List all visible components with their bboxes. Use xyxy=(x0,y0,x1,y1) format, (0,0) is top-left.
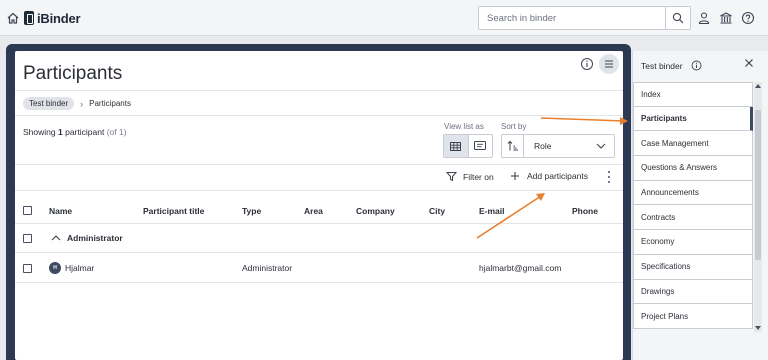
add-participants-label: Add participants xyxy=(527,171,588,181)
column-header-company[interactable]: Company xyxy=(356,206,395,216)
column-header-name[interactable]: Name xyxy=(49,206,72,216)
card-list-icon xyxy=(474,141,487,150)
breadcrumb-parent[interactable]: Test binder xyxy=(23,97,75,110)
bank-icon[interactable] xyxy=(719,11,733,25)
side-scrollbar[interactable] xyxy=(754,82,762,332)
table-view-button[interactable] xyxy=(444,135,468,157)
info-icon[interactable] xyxy=(691,60,702,71)
group-header-administrator[interactable]: Administrator xyxy=(51,233,123,243)
divider xyxy=(15,115,623,116)
card-view-button[interactable] xyxy=(467,135,492,157)
divider xyxy=(15,164,623,165)
search-button[interactable] xyxy=(665,7,690,29)
side-item-index[interactable]: Index xyxy=(633,82,753,107)
filter-icon xyxy=(446,172,457,182)
brand-logo[interactable]: iBinder xyxy=(24,9,81,27)
side-item-announcements[interactable]: Announcements xyxy=(633,180,753,206)
divider xyxy=(15,90,623,91)
side-nav-list: Index Participants Case Management Quest… xyxy=(633,82,753,329)
home-icon[interactable] xyxy=(6,11,20,25)
showing-prefix: Showing xyxy=(23,127,56,137)
scrollbar-thumb[interactable] xyxy=(755,110,761,260)
breadcrumb: Test binder › Participants xyxy=(23,97,131,110)
showing-total: (of 1) xyxy=(106,127,127,137)
top-bar: iBinder xyxy=(0,0,768,36)
plus-icon xyxy=(511,172,519,180)
scroll-down-icon[interactable] xyxy=(754,324,762,332)
view-list-label: View list as xyxy=(444,122,484,131)
view-toggle xyxy=(443,134,493,158)
breadcrumb-current: Participants xyxy=(89,99,131,108)
side-item-contracts[interactable]: Contracts xyxy=(633,205,753,231)
filter-button[interactable]: Filter on xyxy=(446,171,494,182)
info-icon[interactable] xyxy=(580,57,594,71)
hamburger-menu-icon xyxy=(605,60,613,68)
scroll-up-icon[interactable] xyxy=(754,82,762,90)
brand-name: iBinder xyxy=(37,10,81,26)
divider xyxy=(15,190,623,191)
participant-name[interactable]: Hjalmar xyxy=(65,263,94,273)
column-header-type[interactable]: Type xyxy=(242,206,261,216)
select-all-checkbox[interactable] xyxy=(23,206,32,215)
column-header-phone[interactable]: Phone xyxy=(572,206,598,216)
filter-label: Filter on xyxy=(463,171,494,182)
close-icon[interactable] xyxy=(744,58,754,68)
side-item-case-management[interactable]: Case Management xyxy=(633,131,753,157)
showing-noun: participant xyxy=(65,127,105,137)
showing-number: 1 xyxy=(57,127,63,137)
help-icon[interactable] xyxy=(741,11,755,25)
column-header-participant-title[interactable]: Participant title xyxy=(143,206,204,216)
add-participants-button[interactable]: Add participants xyxy=(510,171,588,181)
sort-icon xyxy=(507,140,518,151)
row-checkbox[interactable] xyxy=(23,264,32,273)
binder-navigation-panel: Test binder Index Participants Case Mana… xyxy=(632,51,768,360)
divider xyxy=(15,223,623,224)
side-panel-title-text: Test binder xyxy=(641,60,683,71)
side-item-participants[interactable]: Participants xyxy=(633,106,753,132)
search-input[interactable] xyxy=(479,7,666,29)
page-title: Participants xyxy=(23,63,123,84)
sort-value: Role xyxy=(534,141,552,151)
chevron-right-icon: › xyxy=(80,98,84,109)
side-item-drawings[interactable]: Drawings xyxy=(633,279,753,305)
search-icon xyxy=(672,12,684,24)
binder-logo-icon xyxy=(24,11,34,25)
chevron-up-icon xyxy=(51,235,61,241)
participant-email: hjalmarbt@gmail.com xyxy=(479,263,562,273)
group-checkbox[interactable] xyxy=(23,234,32,243)
column-header-email[interactable]: E-mail xyxy=(479,206,505,216)
avatar: H xyxy=(49,262,61,274)
side-item-economy[interactable]: Economy xyxy=(633,230,753,255)
search-box xyxy=(478,6,691,30)
side-item-questions-answers[interactable]: Questions & Answers xyxy=(633,156,753,181)
sort-select[interactable]: Role xyxy=(501,134,615,158)
chevron-down-icon xyxy=(596,143,606,149)
side-item-specifications[interactable]: Specifications xyxy=(633,254,753,280)
side-panel-title: Test binder xyxy=(641,60,702,71)
column-header-city[interactable]: City xyxy=(429,206,445,216)
more-options-icon[interactable] xyxy=(605,171,613,183)
column-header-area[interactable]: Area xyxy=(304,206,323,216)
participant-type: Administrator xyxy=(242,263,293,273)
participants-panel: Participants Test binder › Participants … xyxy=(15,51,623,360)
panel-menu-button[interactable] xyxy=(599,54,619,74)
table-grid-icon xyxy=(450,141,462,151)
side-item-project-plans[interactable]: Project Plans xyxy=(633,304,753,329)
user-icon[interactable] xyxy=(697,11,711,25)
showing-count: Showing 1 participant (of 1) xyxy=(23,127,127,137)
divider xyxy=(15,282,623,283)
sort-order-button[interactable] xyxy=(502,135,524,157)
group-label: Administrator xyxy=(67,233,123,243)
sort-by-label: Sort by xyxy=(501,122,527,131)
divider xyxy=(15,252,623,253)
